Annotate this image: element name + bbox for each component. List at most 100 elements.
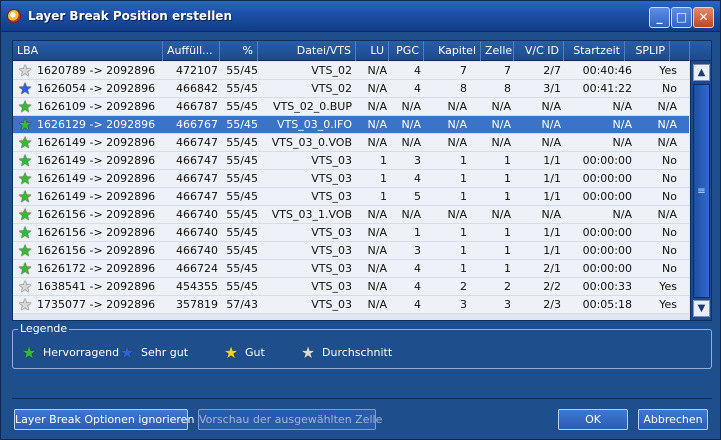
table-row[interactable]: ★ 1626149 -> 2092896 466747 55/45 VTS_03 1 4 1 1… bbox=[13, 170, 689, 188]
col-header-fill[interactable]: Auffüll... bbox=[163, 41, 220, 61]
cell-file: VTS_03 bbox=[311, 190, 352, 203]
cell-vcid: 2/7 bbox=[543, 64, 561, 77]
cell-fill: 357819 bbox=[176, 298, 218, 311]
col-header-pgc[interactable]: PGC bbox=[389, 41, 424, 61]
blue-star-icon: ★ bbox=[119, 343, 135, 362]
cell-vcid: N/A bbox=[541, 208, 561, 221]
legend-group: Legende ★ Hervorragend ★ Sehr gut ★ Gut … bbox=[12, 322, 712, 369]
white-star-icon: ★ bbox=[17, 295, 33, 314]
layer-break-table[interactable]: LBA Auffüll... % Datei/VTS LU PGC Kapite… bbox=[12, 40, 712, 321]
title-bar[interactable]: Layer Break Position erstellen _ □ ✕ bbox=[1, 1, 720, 32]
cell-fill: 466787 bbox=[176, 100, 218, 113]
cell-lu: N/A bbox=[367, 118, 387, 131]
table-row[interactable]: ★ 1626109 -> 2092896 466787 55/45 VTS_02_0.B… bbox=[13, 98, 689, 116]
ignore-layer-break-button[interactable]: Layer Break Optionen ignorieren bbox=[14, 409, 194, 430]
minimize-button[interactable]: _ bbox=[649, 7, 670, 28]
cell-cell: 1 bbox=[504, 154, 511, 167]
cell-percent: 55/45 bbox=[226, 82, 258, 95]
window-title: Layer Break Position erstellen bbox=[28, 9, 232, 23]
table-row[interactable]: ★ 1626156 -> 2092896 466740 55/45 VTS_03 N/A 1… bbox=[13, 224, 689, 242]
yellow-star-icon: ★ bbox=[223, 343, 239, 362]
vertical-scrollbar[interactable]: ▲ ≡ ▼ bbox=[690, 61, 711, 320]
green-star-icon: ★ bbox=[17, 259, 33, 278]
ok-button[interactable]: OK bbox=[558, 409, 628, 430]
green-star-icon: ★ bbox=[17, 187, 33, 206]
col-header-chapter[interactable]: Kapitel bbox=[424, 41, 481, 61]
cell-splip: No bbox=[662, 262, 677, 275]
dialog-window: Layer Break Position erstellen _ □ ✕ LBA… bbox=[0, 0, 721, 440]
preview-selected-cell-button[interactable]: Vorschau der ausgewählten Zelle bbox=[198, 409, 382, 430]
table-row[interactable]: ★ 1626156 -> 2092896 466740 55/45 VTS_03_1.V… bbox=[13, 206, 689, 224]
cell-cell: 8 bbox=[504, 82, 511, 95]
table-row[interactable]: ★ 1626149 -> 2092896 466747 55/45 VTS_03 1 3 1 1… bbox=[13, 152, 689, 170]
cell-start: 00:41:22 bbox=[582, 82, 632, 95]
table-row[interactable]: ★ 1735077 -> 2092896 357819 57/43 VTS_03 N/A 4… bbox=[13, 296, 689, 314]
cell-cell: N/A bbox=[491, 100, 511, 113]
scroll-thumb[interactable]: ≡ bbox=[693, 84, 710, 298]
table-body: ★ 1620789 -> 2092896 472107 55/45 VTS_02 N/A 4… bbox=[13, 62, 689, 314]
cell-start: 00:00:00 bbox=[582, 244, 632, 257]
col-header-cell[interactable]: Zelle bbox=[481, 41, 514, 61]
table-row[interactable]: ★ 1626172 -> 2092896 466724 55/45 VTS_03 N/A 4… bbox=[13, 260, 689, 278]
scroll-down-button[interactable]: ▼ bbox=[693, 300, 710, 317]
scroll-up-button[interactable]: ▲ bbox=[693, 64, 710, 81]
legend-label: Sehr gut bbox=[141, 346, 189, 359]
cell-fill: 466740 bbox=[176, 226, 218, 239]
cell-lba: 1626054 -> 2092896 bbox=[37, 82, 156, 95]
close-button[interactable]: ✕ bbox=[693, 7, 714, 28]
col-header-splip[interactable]: SPLIP bbox=[625, 41, 670, 61]
table-row[interactable]: ★ 1626149 -> 2092896 466747 55/45 VTS_03_0.V… bbox=[13, 134, 689, 152]
cell-splip: N/A bbox=[657, 136, 677, 149]
col-header-percent[interactable]: % bbox=[220, 41, 258, 61]
chevron-up-icon: ▲ bbox=[697, 67, 706, 78]
cell-splip: No bbox=[662, 244, 677, 257]
col-header-start[interactable]: Startzeit bbox=[564, 41, 625, 61]
cell-chapter: 1 bbox=[460, 244, 467, 257]
col-header-vcid[interactable]: V/C ID bbox=[514, 41, 564, 61]
col-header-lba[interactable]: LBA bbox=[13, 41, 163, 61]
cell-percent: 55/45 bbox=[226, 244, 258, 257]
table-row[interactable]: ★ 1626149 -> 2092896 466747 55/45 VTS_03 1 5 1 1… bbox=[13, 188, 689, 206]
cell-chapter: N/A bbox=[447, 118, 467, 131]
cell-chapter: 3 bbox=[460, 298, 467, 311]
legend-label: Hervorragend bbox=[43, 346, 120, 359]
cell-splip: No bbox=[662, 226, 677, 239]
cell-pgc: 4 bbox=[414, 280, 421, 293]
table-row[interactable]: ★ 1638541 -> 2092896 454355 55/45 VTS_03 N/A 4… bbox=[13, 278, 689, 296]
table-row[interactable]: ★ 1620789 -> 2092896 472107 55/45 VTS_02 N/A 4… bbox=[13, 62, 689, 80]
cell-file: VTS_03 bbox=[311, 226, 352, 239]
table-row[interactable]: ★ 1626129 -> 2092896 466767 55/45 VTS_03_0.I… bbox=[13, 116, 689, 134]
cell-vcid: N/A bbox=[541, 100, 561, 113]
cell-lba: 1626149 -> 2092896 bbox=[37, 154, 156, 167]
cell-splip: N/A bbox=[657, 100, 677, 113]
maximize-button[interactable]: □ bbox=[671, 7, 692, 28]
table-row[interactable]: ★ 1626054 -> 2092896 466842 55/45 VTS_02 N/A 4… bbox=[13, 80, 689, 98]
table-row[interactable]: ★ 1626156 -> 2092896 466740 55/45 VTS_03 N/A 3… bbox=[13, 242, 689, 260]
cell-lba: 1626156 -> 2092896 bbox=[37, 208, 156, 221]
cancel-button[interactable]: Abbrechen bbox=[638, 409, 708, 430]
cell-lu: N/A bbox=[367, 226, 387, 239]
white-star-icon: ★ bbox=[17, 277, 33, 296]
cell-start: 00:00:00 bbox=[582, 172, 632, 185]
cell-vcid: 1/1 bbox=[543, 172, 561, 185]
cell-fill: 466740 bbox=[176, 244, 218, 257]
cell-lu: N/A bbox=[367, 82, 387, 95]
col-header-lu[interactable]: LU bbox=[356, 41, 389, 61]
cell-start: N/A bbox=[612, 100, 632, 113]
cell-fill: 454355 bbox=[176, 280, 218, 293]
col-header-file[interactable]: Datei/VTS bbox=[258, 41, 356, 61]
cell-cell: 2 bbox=[504, 280, 511, 293]
green-star-icon: ★ bbox=[17, 205, 33, 224]
cell-chapter: 7 bbox=[460, 64, 467, 77]
cell-fill: 466724 bbox=[176, 262, 218, 275]
cell-pgc: 4 bbox=[414, 298, 421, 311]
cell-lba: 1735077 -> 2092896 bbox=[37, 298, 156, 311]
cell-lu: N/A bbox=[367, 136, 387, 149]
cell-lba: 1626149 -> 2092896 bbox=[37, 190, 156, 203]
cell-percent: 55/45 bbox=[226, 262, 258, 275]
cell-fill: 466747 bbox=[176, 154, 218, 167]
cell-pgc: 3 bbox=[414, 244, 421, 257]
cell-vcid: N/A bbox=[541, 136, 561, 149]
white-star-icon: ★ bbox=[17, 61, 33, 80]
cell-lu: 1 bbox=[380, 154, 387, 167]
